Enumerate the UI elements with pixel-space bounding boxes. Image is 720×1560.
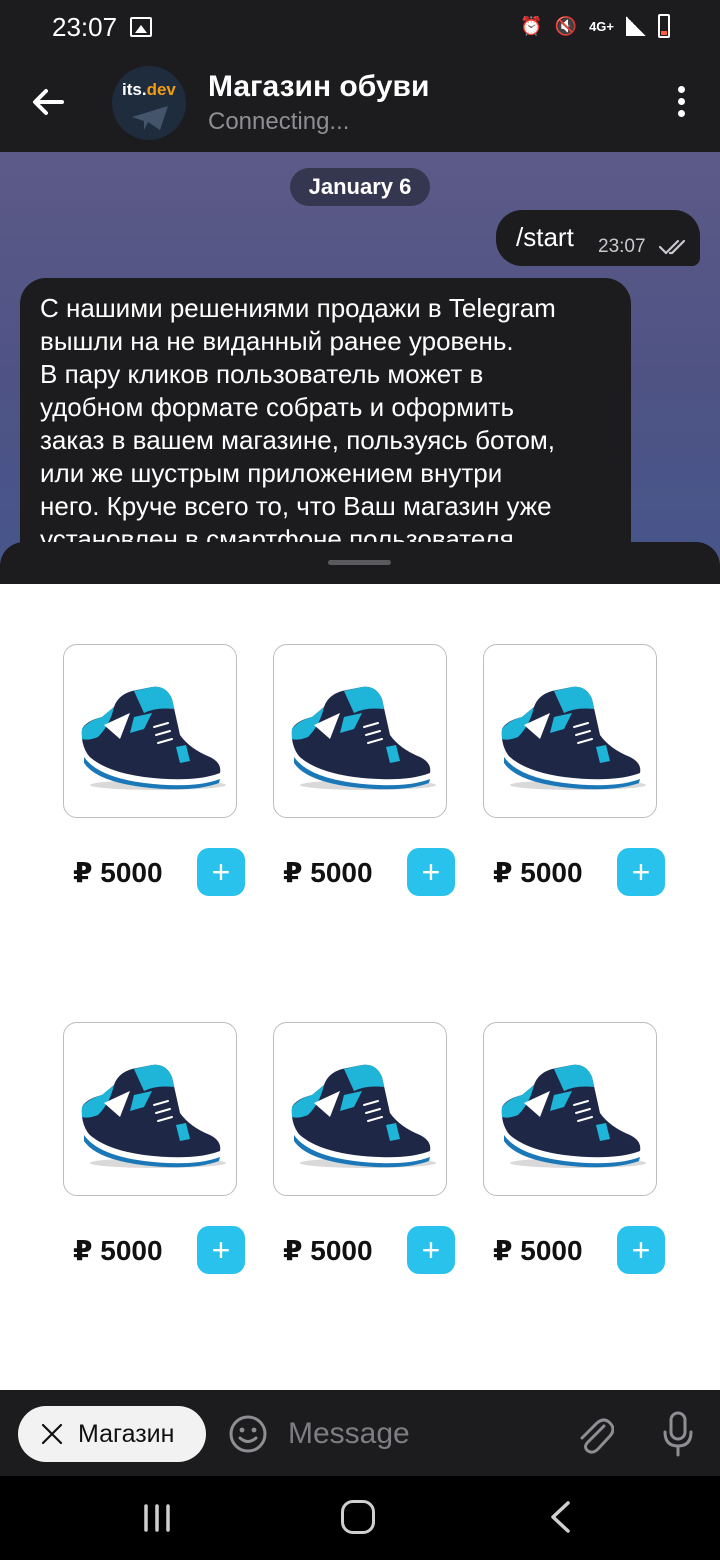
shop-menu-button[interactable]: Магазин	[18, 1406, 206, 1462]
battery-icon	[658, 14, 670, 38]
product-card: ₽ 5000 +	[63, 644, 263, 904]
add-to-cart-button[interactable]: +	[407, 848, 455, 896]
product-image-frame[interactable]	[483, 644, 657, 818]
add-to-cart-button[interactable]: +	[617, 1226, 665, 1274]
product-card: ₽ 5000 +	[273, 644, 473, 904]
network-type: 4G+	[589, 18, 614, 34]
message-input-bar: Магазин	[0, 1390, 720, 1476]
microphone-icon[interactable]	[660, 1410, 696, 1458]
product-price: ₽ 5000	[73, 1235, 163, 1266]
add-to-cart-button[interactable]: +	[197, 848, 245, 896]
shoe-image	[291, 686, 436, 790]
product-card: ₽ 5000 +	[273, 1022, 473, 1282]
product-price: ₽ 5000	[73, 857, 163, 888]
product-image-frame[interactable]	[63, 1022, 237, 1196]
shop-menu-label: Магазин	[78, 1420, 175, 1448]
message-input[interactable]	[288, 1412, 548, 1456]
status-bar: 23:07 ⏰ 🔇 4G+	[0, 0, 720, 56]
product-card: ₽ 5000 +	[483, 644, 683, 904]
product-image-frame[interactable]	[483, 1022, 657, 1196]
mute-icon: 🔇	[554, 15, 578, 36]
photo-notification-icon	[130, 17, 152, 37]
status-time: 23:07	[52, 12, 118, 42]
incoming-message-text: С нашими решениями продажи в Telegram вы…	[40, 293, 556, 554]
close-icon	[41, 1423, 63, 1445]
add-to-cart-button[interactable]: +	[617, 848, 665, 896]
outgoing-message-time: 23:07	[598, 236, 646, 257]
back-arrow-icon[interactable]	[28, 82, 68, 122]
attach-icon[interactable]	[574, 1412, 614, 1456]
chat-header: its.dev Магазин обуви Connecting...	[0, 56, 720, 152]
web-app-sheet-header[interactable]	[0, 542, 720, 586]
product-price: ₽ 5000	[283, 857, 373, 888]
date-separator: January 6	[290, 168, 430, 206]
telegram-plane-icon	[132, 106, 168, 130]
back-icon[interactable]	[548, 1500, 572, 1534]
recent-apps-icon[interactable]	[142, 1504, 172, 1532]
sheet-drag-handle[interactable]	[328, 560, 391, 565]
chat-status: Connecting...	[208, 108, 350, 135]
outgoing-message-text: /start	[516, 222, 574, 252]
outgoing-message[interactable]: /start 23:07	[496, 210, 700, 266]
shoe-image	[81, 686, 226, 790]
add-to-cart-button[interactable]: +	[407, 1226, 455, 1274]
shop-web-app: ₽ 5000 + ₽ 5000 + ₽ 5000 + ₽ 5000 + ₽ 50…	[0, 584, 720, 1390]
shoe-image	[501, 1064, 646, 1168]
home-icon[interactable]	[341, 1500, 375, 1534]
chat-area: January 6 /start 23:07 С нашими решениям…	[0, 152, 720, 592]
product-price: ₽ 5000	[283, 1235, 373, 1266]
status-icons: ⏰ 🔇 4G+	[520, 14, 670, 38]
shoe-image	[291, 1064, 436, 1168]
alarm-icon: ⏰	[520, 15, 543, 36]
double-check-icon	[658, 239, 686, 255]
shoe-image	[501, 686, 646, 790]
more-options-icon[interactable]	[676, 86, 686, 120]
avatar[interactable]: its.dev	[112, 66, 186, 140]
chat-title[interactable]: Магазин обуви	[208, 70, 429, 104]
product-card: ₽ 5000 +	[63, 1022, 263, 1282]
shoe-image	[81, 1064, 226, 1168]
product-price: ₽ 5000	[493, 857, 583, 888]
add-to-cart-button[interactable]: +	[197, 1226, 245, 1274]
emoji-icon[interactable]	[228, 1414, 268, 1454]
product-image-frame[interactable]	[273, 644, 447, 818]
signal-icon	[626, 16, 646, 36]
avatar-logo-text: its.dev	[122, 80, 176, 99]
product-image-frame[interactable]	[63, 644, 237, 818]
product-card: ₽ 5000 +	[483, 1022, 683, 1282]
product-price: ₽ 5000	[493, 1235, 583, 1266]
system-navigation-bar	[0, 1476, 720, 1560]
product-image-frame[interactable]	[273, 1022, 447, 1196]
